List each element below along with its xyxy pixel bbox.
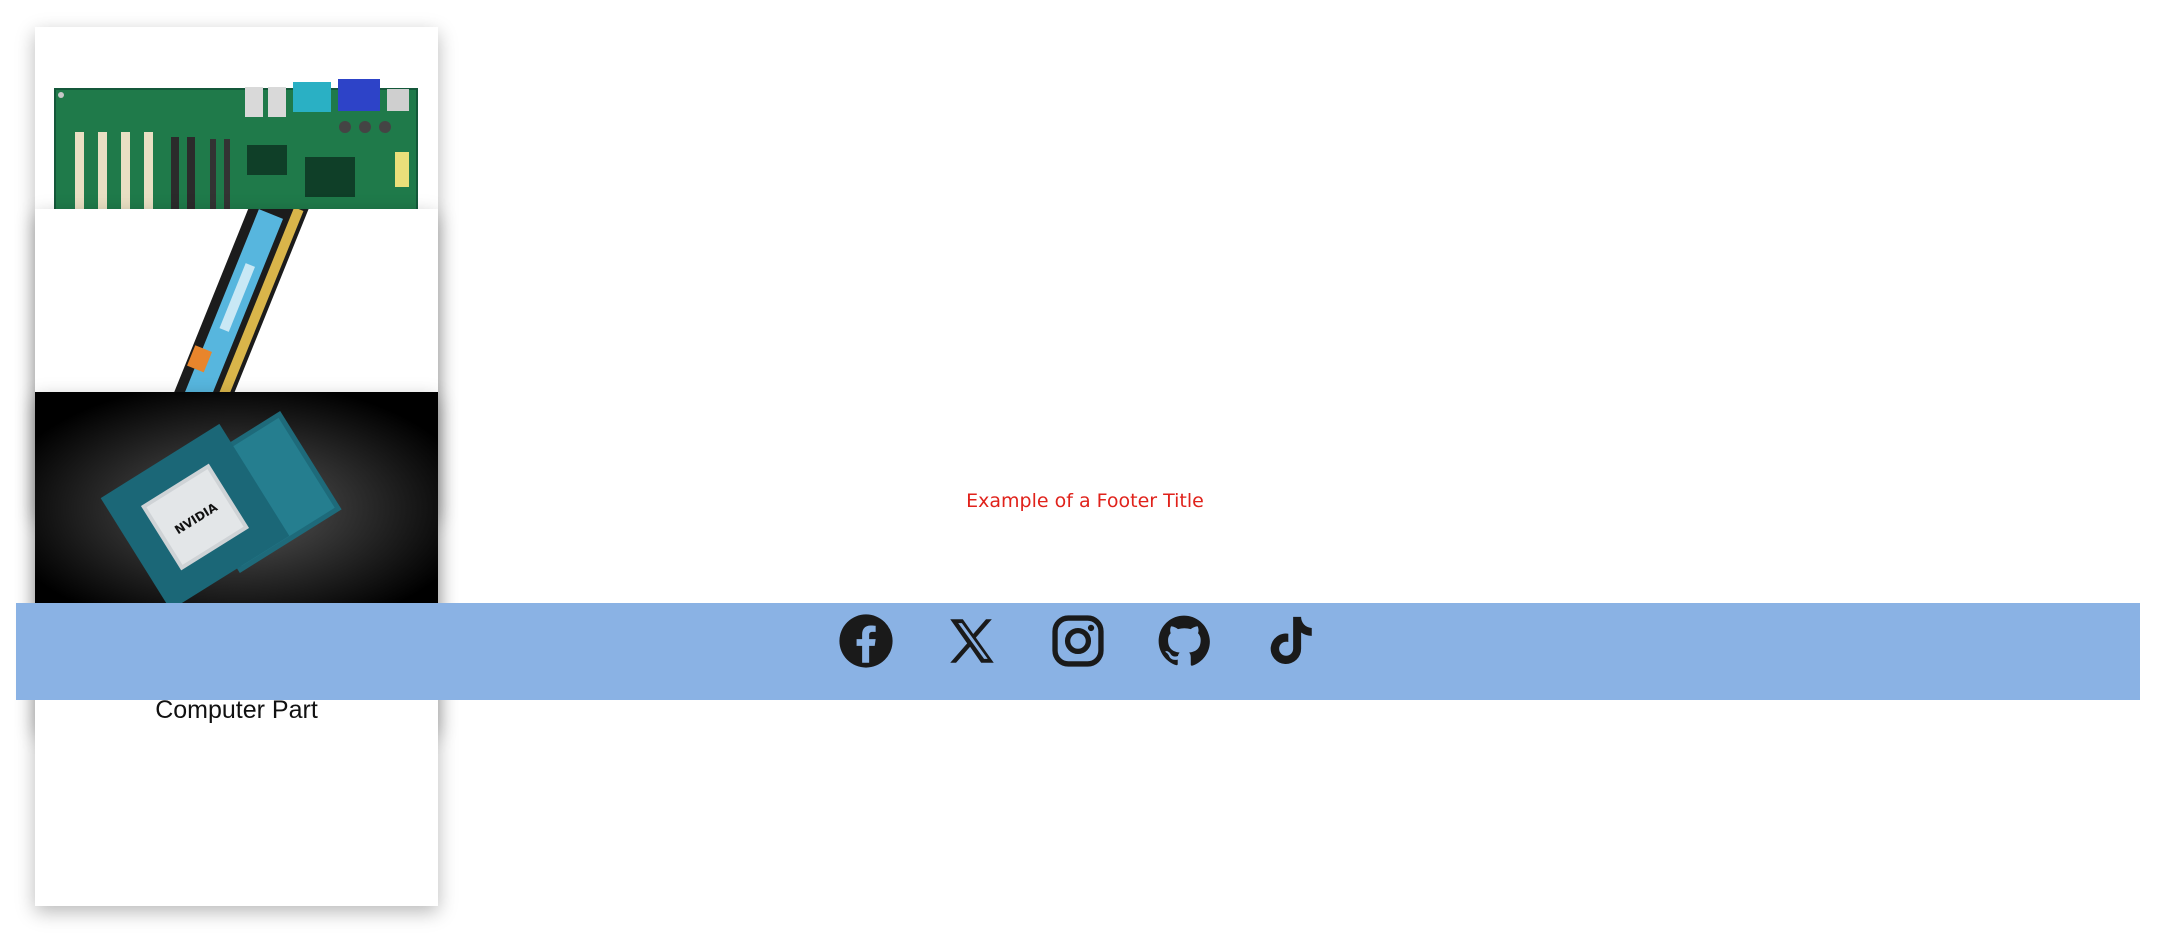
tiktok-icon[interactable] bbox=[1260, 611, 1320, 671]
motherboard-image bbox=[35, 27, 438, 212]
github-icon[interactable] bbox=[1154, 611, 1214, 671]
footer-title: Example of a Footer Title bbox=[966, 490, 1204, 512]
ram-module-image bbox=[35, 209, 438, 394]
social-icons bbox=[16, 611, 2140, 671]
facebook-icon[interactable] bbox=[836, 611, 896, 671]
instagram-icon[interactable] bbox=[1048, 611, 1108, 671]
x-icon[interactable] bbox=[942, 611, 1002, 671]
card-caption: Computer Part bbox=[155, 696, 318, 724]
page: NVIDIA Computer Part Example of a Footer… bbox=[0, 0, 2170, 942]
social-bar bbox=[16, 603, 2140, 700]
